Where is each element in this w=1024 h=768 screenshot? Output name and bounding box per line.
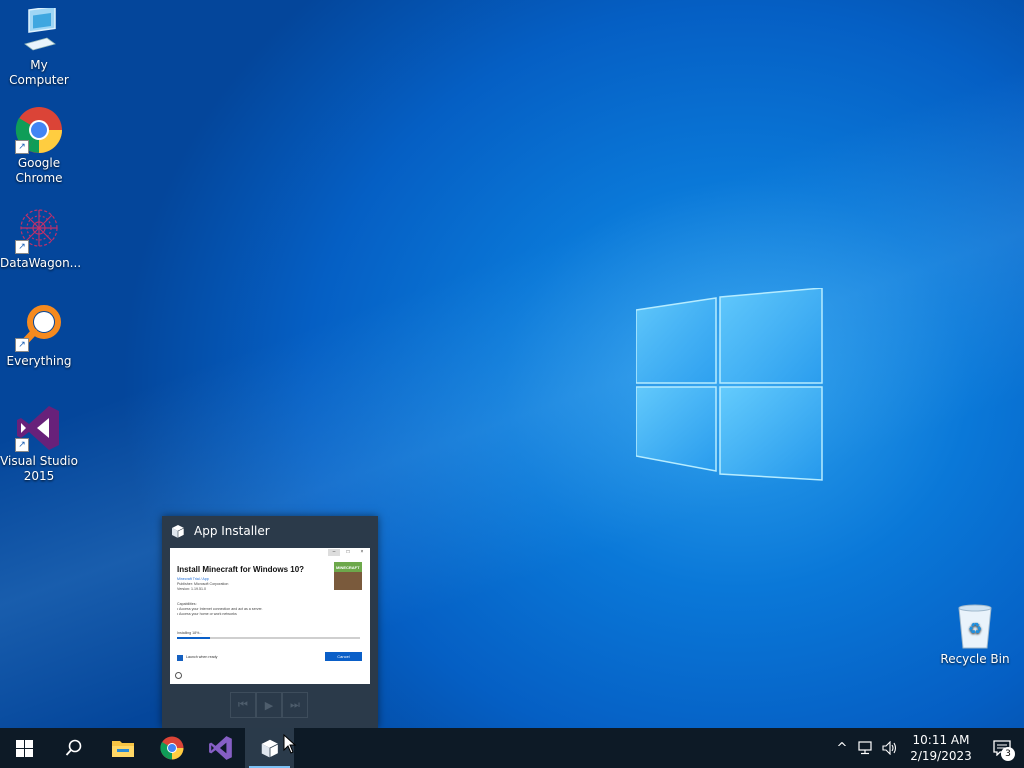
desktop-icon-label: Google Chrome xyxy=(15,156,63,185)
notification-badge: 3 xyxy=(1001,747,1015,761)
taskbar-preview-app-installer[interactable]: App Installer – □ × Install Minecraft fo… xyxy=(162,516,378,728)
previous-track-icon: ⏮ xyxy=(230,692,256,718)
recycle-bin-icon: ♻ xyxy=(951,602,999,650)
publisher-link: Minecraft Trial / App xyxy=(177,577,209,581)
thumbnail-close: × xyxy=(360,549,364,555)
thumbnail-minimize: – xyxy=(328,549,340,556)
clock-date: 2/19/2023 xyxy=(910,749,972,763)
network-icon[interactable] xyxy=(854,728,878,768)
progress-label: Installing 18%... xyxy=(177,631,203,635)
launch-checkbox xyxy=(177,655,183,661)
thumbnail-window-controls: – □ × xyxy=(328,549,368,556)
info-icon xyxy=(175,672,182,679)
shortcut-arrow-icon: ↗ xyxy=(15,438,29,452)
clock-time: 10:11 AM xyxy=(912,733,970,747)
desktop-icon-my-computer[interactable]: My Computer xyxy=(0,5,78,88)
monitor-icon xyxy=(15,5,63,56)
package-icon xyxy=(172,525,185,539)
play-icon: ▶ xyxy=(256,692,282,718)
folder-icon xyxy=(111,741,134,757)
version-text: Version: 1.19.51.0 xyxy=(177,587,206,591)
desktop-icon-datawagon[interactable]: ↗ DataWagon... xyxy=(0,206,82,271)
svg-text:♻: ♻ xyxy=(968,619,982,638)
action-center-button[interactable]: 3 xyxy=(980,728,1024,768)
preview-title-bar: App Installer xyxy=(162,516,378,546)
capability-item: • Access your home or work networks xyxy=(177,612,237,616)
package-icon xyxy=(261,739,279,759)
datawagon-icon: ↗ xyxy=(15,206,63,254)
desktop-icon-label: Visual Studio 2015 xyxy=(0,454,78,483)
system-tray: ^ 10:11 AM 2/19/2023 3 xyxy=(830,728,1024,768)
wallpaper-light-beam xyxy=(0,0,1024,728)
cancel-button: Cancel xyxy=(325,652,362,661)
install-progress-bar xyxy=(177,637,360,639)
launch-checkbox-label: Launch when ready xyxy=(186,655,218,659)
desktop-icon-label: Recycle Bin xyxy=(940,652,1010,666)
volume-icon[interactable] xyxy=(878,728,902,768)
thumbnail-maximize: □ xyxy=(346,549,350,555)
install-heading: Install Minecraft for Windows 10? xyxy=(177,565,305,574)
desktop-icon-recycle-bin[interactable]: ♻ Recycle Bin xyxy=(936,602,1014,667)
shortcut-arrow-icon: ↗ xyxy=(15,240,29,254)
desktop-icon-label: DataWagon... xyxy=(0,256,82,270)
chrome-icon: ↗ xyxy=(15,106,63,154)
taskbar: ^ 10:11 AM 2/19/2023 3 xyxy=(0,728,1024,768)
chrome-icon xyxy=(159,736,183,760)
preview-title: App Installer xyxy=(194,524,270,538)
desktop-icon-label: My Computer xyxy=(9,58,69,87)
media-controls: ⏮ ▶ ⏭ xyxy=(230,692,308,718)
next-track-icon: ⏭ xyxy=(282,692,308,718)
magnifier-icon: ↗ xyxy=(15,304,63,352)
search-icon xyxy=(65,739,81,756)
search-button[interactable] xyxy=(49,728,98,768)
taskbar-visual-studio[interactable] xyxy=(196,728,245,768)
start-button[interactable] xyxy=(0,728,49,768)
shortcut-arrow-icon: ↗ xyxy=(15,140,29,154)
windows-start-icon xyxy=(16,739,33,757)
mouse-cursor-icon xyxy=(283,734,297,754)
desktop-icon-label: Everything xyxy=(6,354,72,368)
shortcut-arrow-icon: ↗ xyxy=(15,338,29,352)
visual-studio-icon xyxy=(208,736,232,760)
capabilities: Capabilities: • Access your Internet con… xyxy=(177,602,263,617)
app-meta: Publisher: Microsoft Corporation Version… xyxy=(177,582,228,592)
minecraft-tile-text: MINECRAFT xyxy=(336,565,360,570)
show-hidden-icons-button[interactable]: ^ xyxy=(830,728,854,768)
windows-logo-wallpaper xyxy=(636,288,823,481)
minecraft-tile-icon: MINECRAFT xyxy=(334,562,362,590)
taskbar-chrome[interactable] xyxy=(147,728,196,768)
progress-fill xyxy=(177,637,210,639)
desktop-icon-google-chrome[interactable]: ↗ Google Chrome xyxy=(0,106,78,186)
clock[interactable]: 10:11 AM 2/19/2023 xyxy=(902,732,980,764)
visual-studio-icon: ↗ xyxy=(15,404,63,452)
taskbar-file-explorer[interactable] xyxy=(98,728,147,768)
desktop-icon-everything[interactable]: ↗ Everything xyxy=(0,304,78,369)
preview-thumbnail[interactable]: – □ × Install Minecraft for Windows 10? … xyxy=(170,548,370,684)
desktop-icon-visual-studio[interactable]: ↗ Visual Studio 2015 xyxy=(0,404,78,484)
chevron-up-icon: ^ xyxy=(836,740,848,756)
